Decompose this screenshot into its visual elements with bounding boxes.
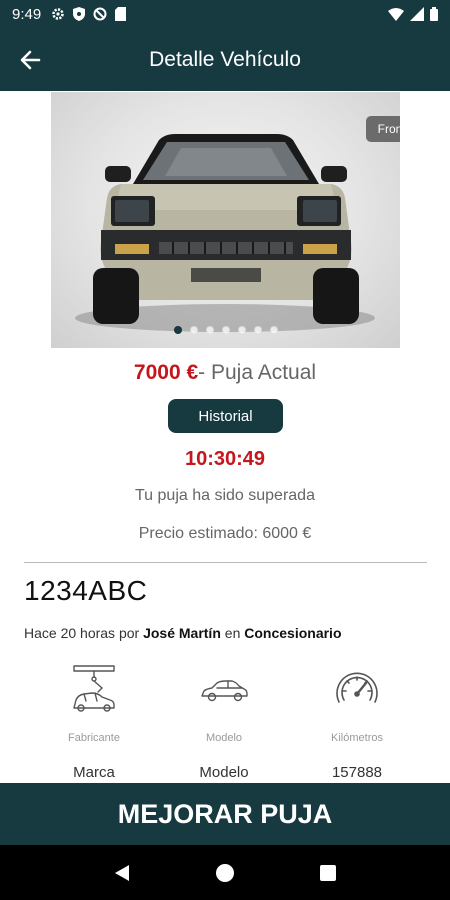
nav-recents-button[interactable] <box>308 853 348 893</box>
status-system-icons <box>388 7 438 21</box>
current-bid: 7000 €- Puja Actual <box>0 361 450 385</box>
vehicle-detail-content[interactable]: Frontal 7000 €- Puja Actual Historial 10… <box>0 91 450 783</box>
status-time: 9:49 <box>12 5 42 23</box>
spec-value: Marca <box>73 764 115 781</box>
history-button[interactable]: Historial <box>168 399 283 433</box>
spec-value: Modelo <box>199 764 249 781</box>
no-tracking-icon <box>93 7 107 21</box>
status-notification-icons <box>51 7 127 21</box>
current-bid-amount: 7000 € <box>133 361 199 384</box>
nav-home-button[interactable] <box>205 853 245 893</box>
carousel-dot[interactable] <box>221 326 230 334</box>
square-recents-icon <box>320 864 337 881</box>
license-plate: 1234ABC <box>24 575 148 606</box>
carousel-dot[interactable] <box>189 326 198 334</box>
wifi-icon <box>388 7 404 21</box>
seller-type: Concesionario <box>244 625 342 641</box>
car-icon <box>201 680 248 702</box>
carousel-dot-active[interactable] <box>173 326 182 334</box>
spec-model: Modelo Modelo <box>164 664 284 781</box>
circle-home-icon <box>215 863 234 882</box>
view-angle-tag: Frontal <box>365 116 400 142</box>
outbid-message: Tu puja ha sido superada <box>135 487 315 504</box>
spec-label: Modelo <box>205 732 243 744</box>
current-bid-label: - Puja Actual <box>198 361 317 384</box>
carousel-dot[interactable] <box>205 326 214 334</box>
improve-bid-button[interactable]: MEJORAR PUJA <box>0 783 450 845</box>
listing-meta: Hace 20 horas por José Martín en Concesi… <box>24 625 342 641</box>
vehicle-image-carousel[interactable]: Frontal <box>51 92 400 348</box>
page-title: Detalle Vehículo <box>149 47 301 71</box>
spec-kilometers: Kilómetros 157888 <box>297 664 417 781</box>
battery-icon <box>430 7 438 21</box>
posted-time: Hace 20 horas por <box>24 625 144 641</box>
carousel-dot[interactable] <box>269 326 278 334</box>
vehicle-photo <box>75 134 375 332</box>
spec-manufacturer: Fabricante Marca <box>34 664 154 781</box>
posted-in: en <box>220 625 245 641</box>
speedometer-icon <box>336 672 378 703</box>
spec-label: Kilómetros <box>331 732 383 744</box>
spec-label: Fabricante <box>68 732 120 744</box>
divider <box>24 562 427 563</box>
signal-icon <box>410 7 424 21</box>
settings-gear-icon <box>52 8 64 20</box>
carousel-dot[interactable] <box>253 326 262 334</box>
seller-name: José Martín <box>143 625 221 641</box>
status-bar: 9:49 <box>0 0 450 28</box>
estimated-price: Precio estimado: 6000 € <box>138 525 312 542</box>
factory-robot-icon <box>73 665 115 712</box>
sd-card-icon <box>115 7 127 21</box>
carousel-dot[interactable] <box>237 326 246 334</box>
carousel-indicator <box>51 326 400 334</box>
system-navigation-bar <box>0 845 450 900</box>
triangle-back-icon <box>114 864 129 881</box>
app-bar: Detalle Vehículo <box>0 28 450 91</box>
auction-countdown: 10:30:49 <box>184 448 266 470</box>
nav-back-button[interactable] <box>102 853 142 893</box>
back-button[interactable] <box>0 28 60 91</box>
arrow-left-icon <box>20 50 41 69</box>
shield-icon <box>73 7 86 21</box>
spec-value: 157888 <box>331 764 383 781</box>
